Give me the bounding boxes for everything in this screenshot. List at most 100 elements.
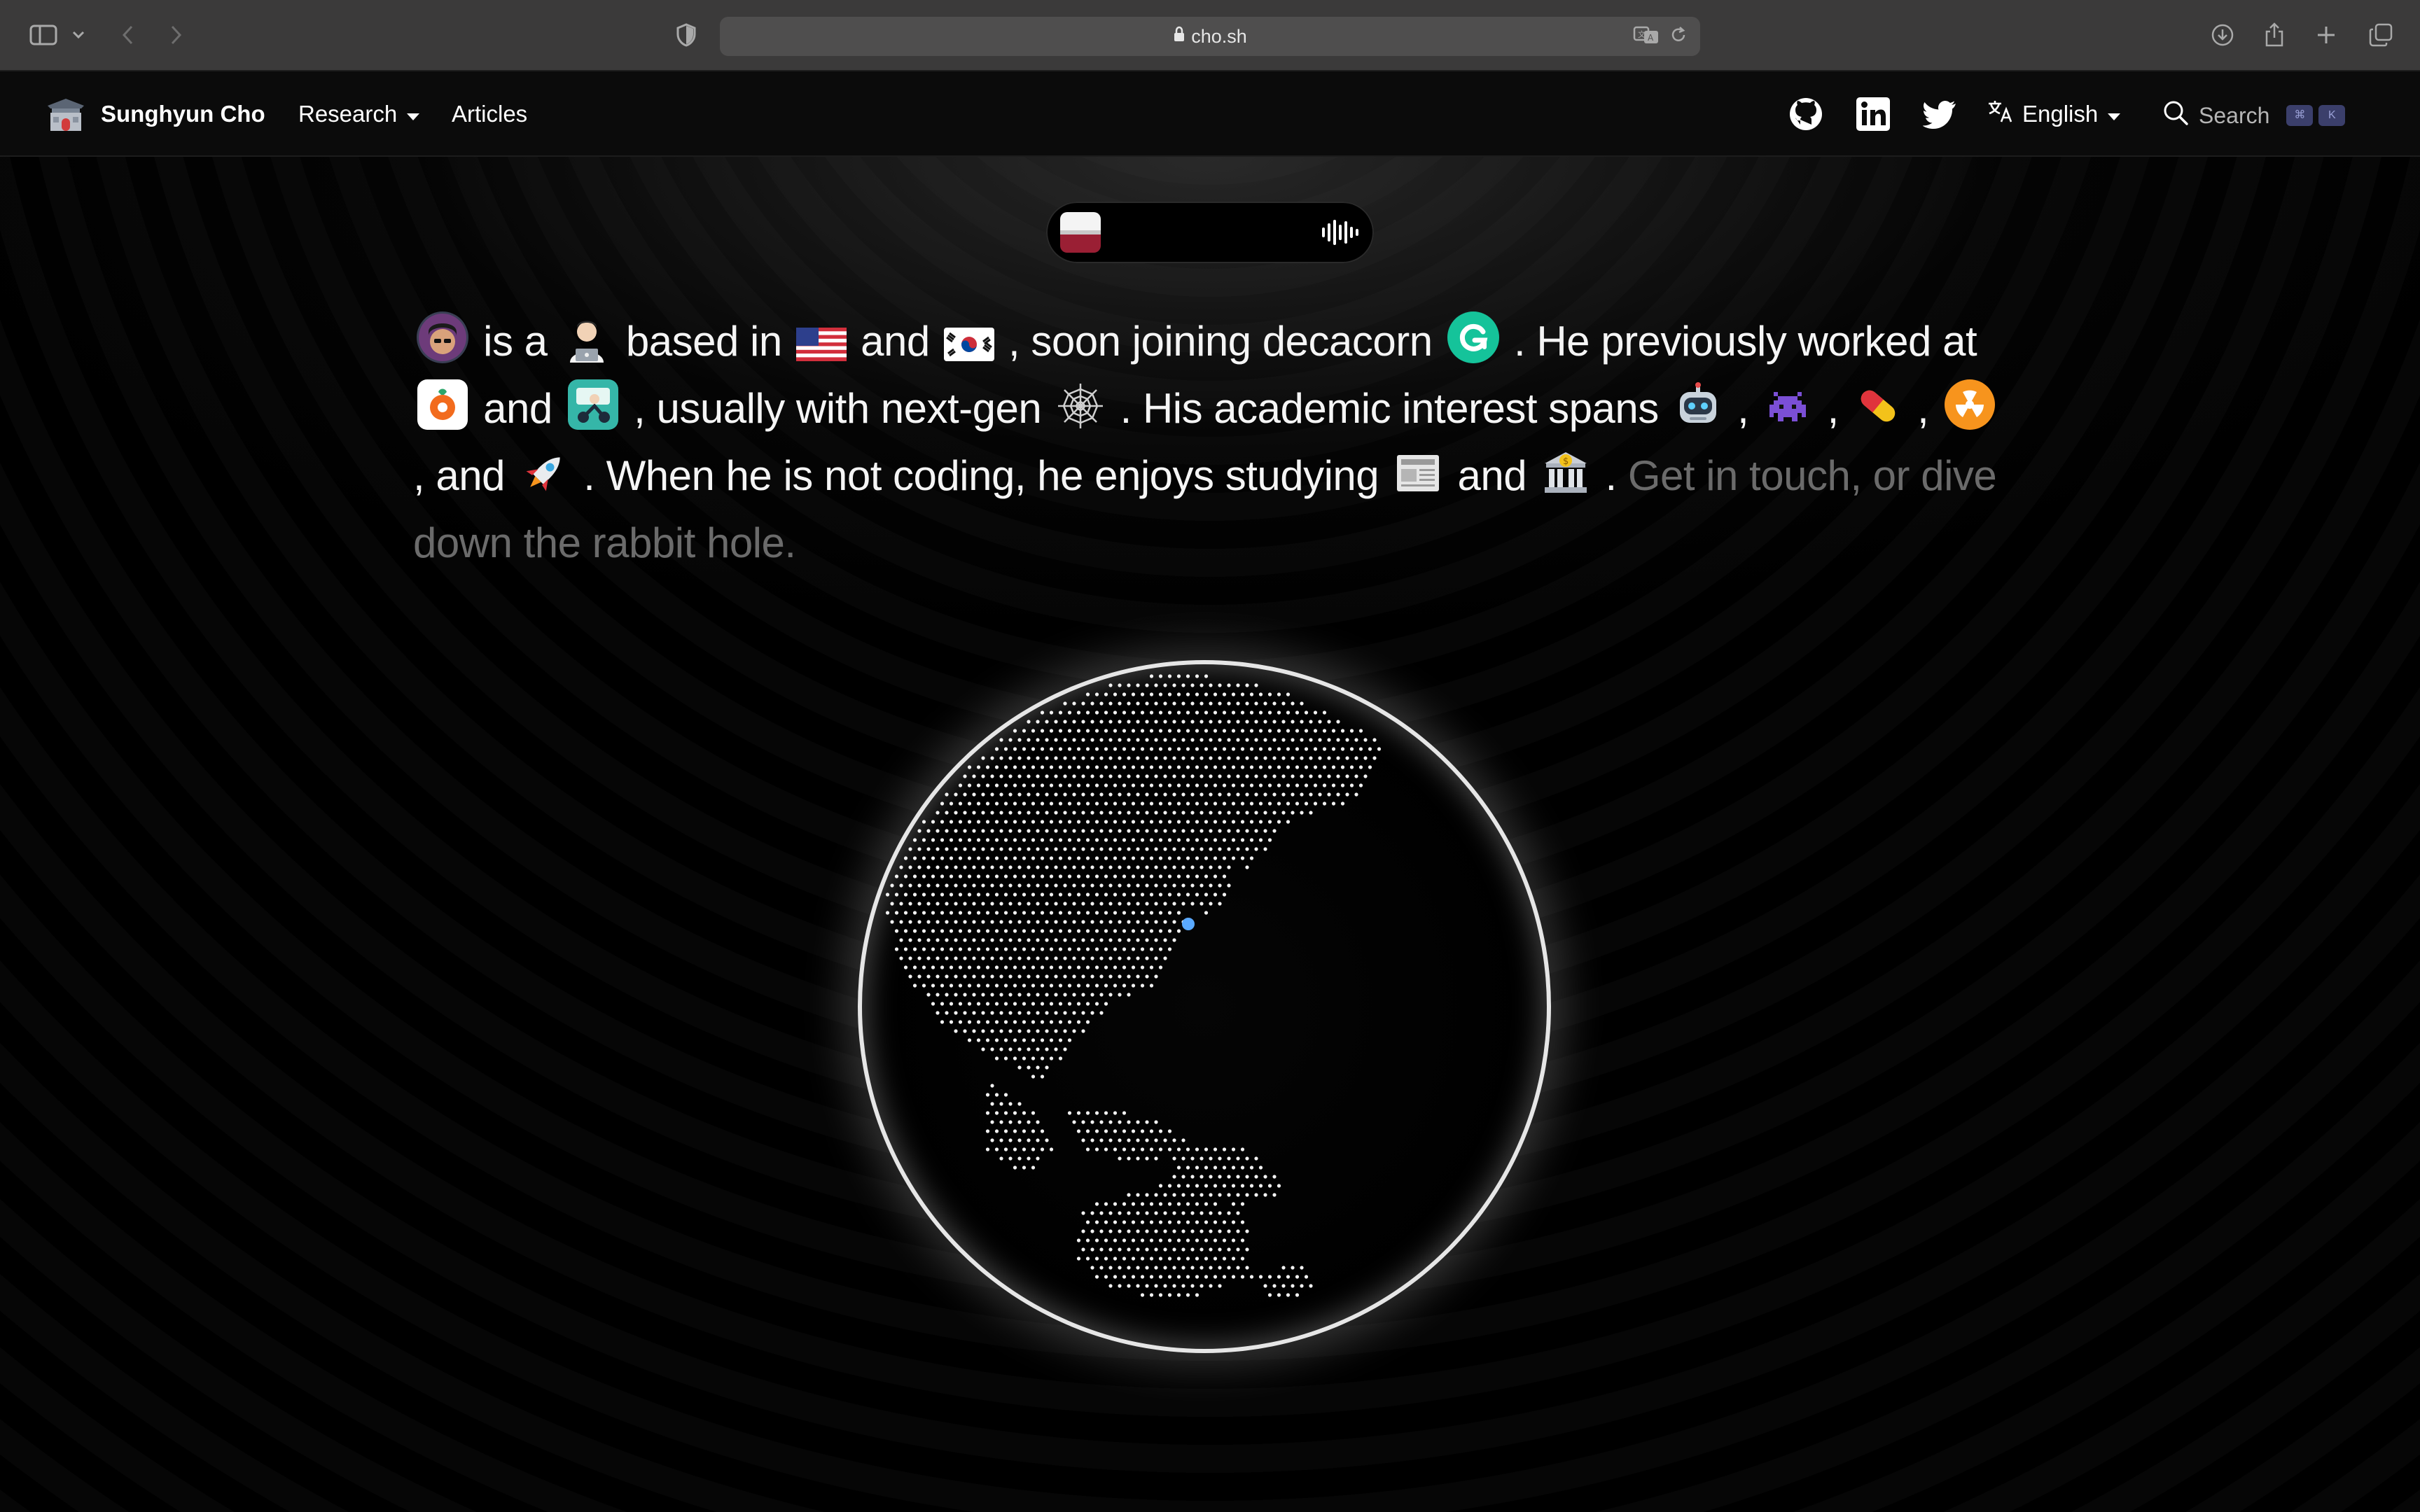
back-icon[interactable] — [116, 18, 139, 52]
globe-dot — [945, 920, 949, 924]
globe-dot — [1099, 956, 1104, 960]
globe-dot — [1090, 701, 1094, 706]
chevron-down-icon[interactable] — [69, 18, 88, 52]
location-marker-icon[interactable] — [1182, 918, 1195, 930]
globe-dot — [1108, 792, 1113, 797]
globe-dot — [1118, 738, 1122, 742]
globe-dot — [972, 811, 976, 815]
radioactive-icon[interactable] — [1943, 378, 1996, 431]
twitter-icon[interactable] — [1922, 97, 1958, 132]
globe-dot — [945, 938, 949, 942]
us-flag-icon[interactable] — [795, 325, 847, 364]
scooter-app-icon[interactable] — [566, 378, 620, 431]
globe-dot — [922, 947, 926, 951]
robot-icon[interactable] — [1673, 381, 1723, 431]
globe-dot — [936, 920, 940, 924]
globe-dot — [1017, 1029, 1022, 1033]
globe-dot — [1067, 802, 1072, 806]
globe-dot — [1154, 883, 1158, 888]
kr-flag-icon[interactable] — [943, 325, 994, 364]
nav-research-dropdown[interactable]: Research — [298, 71, 421, 157]
globe-dot — [1172, 1247, 1176, 1252]
globe-dot — [1049, 783, 1054, 788]
reload-icon[interactable] — [1669, 25, 1688, 48]
globe-dot — [1199, 811, 1204, 815]
globe-dot — [1222, 783, 1227, 788]
linkedin-icon[interactable] — [1856, 97, 1891, 132]
globe-dot — [1136, 1247, 1140, 1252]
globe-dot — [1331, 765, 1336, 769]
language-selector[interactable]: English — [1987, 71, 2122, 157]
translate-icon[interactable]: 文A — [1633, 25, 1660, 48]
svg-text:A: A — [1648, 33, 1654, 43]
globe-dot — [1349, 729, 1354, 733]
globe-dot — [1122, 692, 1127, 696]
globe-dot — [1240, 1275, 1245, 1279]
space-invader-icon[interactable] — [1762, 381, 1813, 431]
globe-dot — [1163, 1193, 1167, 1197]
address-bar[interactable]: cho.sh 文A — [720, 17, 1700, 56]
globe-dot — [1245, 865, 1249, 869]
globe-dot — [1218, 701, 1222, 706]
tab-overview-icon[interactable] — [2367, 18, 2395, 52]
share-icon[interactable] — [2260, 18, 2288, 52]
globe-dot — [1195, 1184, 1199, 1188]
globe-dot — [1181, 1266, 1185, 1270]
globe-dot — [1222, 1256, 1227, 1261]
globe-dot — [1167, 729, 1172, 733]
globe-dot — [1277, 1293, 1281, 1297]
globe-dot — [1022, 820, 1027, 824]
grammarly-logo-icon[interactable] — [1447, 311, 1500, 364]
globe-dot — [1313, 747, 1318, 751]
globe-dot — [1158, 838, 1163, 842]
globe-dot — [1190, 756, 1195, 760]
globe-dot — [1040, 1002, 1045, 1006]
globe-dot — [949, 838, 954, 842]
forward-icon[interactable] — [165, 18, 188, 52]
globe-dot — [985, 820, 990, 824]
globe-dot — [1085, 1238, 1090, 1242]
technologist-icon[interactable] — [562, 314, 612, 364]
globe-dot — [1327, 738, 1331, 742]
globe-dot — [894, 874, 899, 878]
globe-dot — [922, 874, 926, 878]
globe-dot — [1131, 802, 1136, 806]
globe-dot — [1227, 1156, 1231, 1161]
globe-dot — [1176, 802, 1181, 806]
globe-dot — [1199, 865, 1204, 869]
brand-link[interactable]: Sunghyun Cho — [46, 71, 265, 157]
globe-dot — [1031, 802, 1036, 806]
download-icon[interactable] — [2209, 18, 2237, 52]
globe-dot — [931, 820, 936, 824]
spider-web-icon[interactable] — [1055, 381, 1106, 431]
globe-dot — [1349, 747, 1354, 751]
globe-dot — [1213, 874, 1218, 878]
globe-dot — [1058, 929, 1063, 933]
globe-dot — [1063, 974, 1067, 979]
avatar-icon[interactable] — [416, 311, 469, 364]
privacy-shield-icon[interactable] — [674, 18, 699, 52]
globe-dot — [976, 892, 981, 897]
globe-dot — [1254, 792, 1258, 797]
nav-articles-link[interactable]: Articles — [452, 71, 527, 157]
github-icon[interactable] — [1788, 97, 1823, 132]
new-tab-icon[interactable] — [2312, 18, 2340, 52]
bank-icon[interactable]: $ — [1541, 448, 1591, 498]
globe-dot — [1136, 792, 1140, 797]
orange-app-icon[interactable] — [416, 378, 469, 431]
globe-dot — [1118, 938, 1122, 942]
pill-icon[interactable] — [1853, 381, 1903, 431]
globe-dot — [1058, 765, 1063, 769]
sidebar-toggle-icon[interactable] — [28, 18, 59, 52]
globe-dot — [1063, 902, 1067, 906]
now-playing-pill[interactable] — [1046, 202, 1374, 263]
rocket-icon[interactable] — [519, 448, 569, 498]
globe-dot — [1149, 947, 1154, 951]
globe-dot — [1172, 1284, 1176, 1288]
globe-dot — [1085, 929, 1090, 933]
globe-dot — [1140, 710, 1145, 715]
globe-dot — [912, 856, 917, 860]
search-button[interactable]: Search ⌘ K — [2162, 98, 2363, 133]
newspaper-icon[interactable] — [1393, 448, 1443, 498]
globe-dot — [976, 1020, 981, 1024]
